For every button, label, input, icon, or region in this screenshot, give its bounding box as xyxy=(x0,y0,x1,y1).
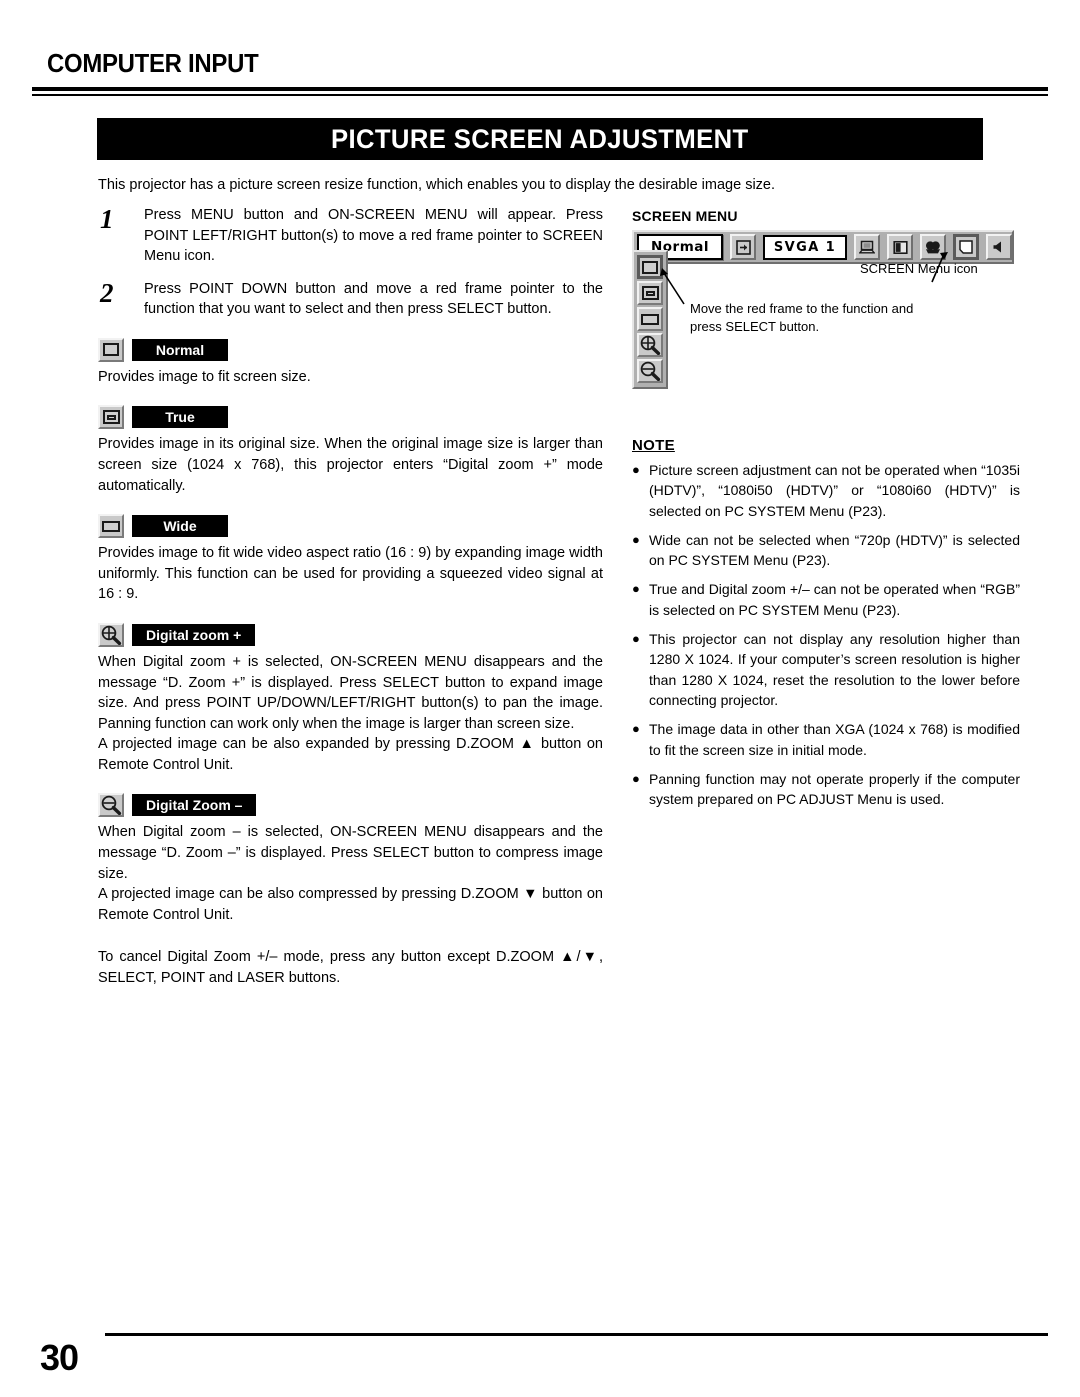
function-wide: Wide Provides image to fit wide video as… xyxy=(98,514,603,605)
function-label: Digital Zoom – xyxy=(132,794,257,817)
note-text: Panning function may not operate properl… xyxy=(649,770,1020,808)
function-label: Normal xyxy=(132,338,228,361)
image-adjust-icon[interactable] xyxy=(887,234,913,260)
step-number: 2 xyxy=(100,277,114,308)
note-item: ● Wide can not be selected when “720p (H… xyxy=(632,530,1020,571)
header-rule-thick xyxy=(32,87,1048,91)
function-body: When Digital zoom – is selected, ON-SCRE… xyxy=(98,822,603,925)
function-label: True xyxy=(132,406,228,429)
header-rule-thin xyxy=(32,94,1048,96)
step-1: 1 Press MENU button and ON-SCREEN MENU w… xyxy=(98,205,603,267)
step-number: 1 xyxy=(100,204,114,234)
note-item: ● The image data in other than XGA (1024… xyxy=(632,719,1020,760)
page-title: PICTURE SCREEN ADJUSTMENT xyxy=(331,123,749,154)
function-heading: Wide xyxy=(98,514,603,539)
bullet-icon: ● xyxy=(632,770,640,786)
screen-function-strip xyxy=(632,250,668,389)
note-item: ● Picture screen adjustment can not be o… xyxy=(632,460,1020,521)
left-column: 1 Press MENU button and ON-SCREEN MENU w… xyxy=(98,205,603,988)
osd-menu-bar: Normal SVGA 1 xyxy=(632,230,1014,264)
bullet-icon: ● xyxy=(632,462,640,477)
function-heading: Normal xyxy=(98,337,603,362)
function-paragraph: A projected image can be also compressed… xyxy=(98,886,603,923)
note-item: ● This projector can not display any res… xyxy=(632,629,1020,710)
screen-menu-title: SCREEN MENU xyxy=(632,208,738,224)
function-paragraph: When Digital zoom – is selected, ON-SCRE… xyxy=(98,824,603,882)
function-paragraph: A projected image can be also expanded b… xyxy=(98,736,603,773)
cancel-zoom-paragraph: To cancel Digital Zoom +/– mode, press a… xyxy=(98,949,603,986)
digital-zoom-minus-icon[interactable] xyxy=(637,359,663,383)
screen-menu-icon[interactable] xyxy=(953,234,979,260)
banner: PICTURE SCREEN ADJUSTMENT xyxy=(97,118,983,160)
function-paragraph: Provides image to fit screen size. xyxy=(98,368,311,385)
section-title: COMPUTER INPUT xyxy=(47,48,259,78)
note-text: The image data in other than XGA (1024 x… xyxy=(649,721,1020,758)
function-paragraph: When Digital zoom + is selected, ON-SCRE… xyxy=(98,653,603,732)
footer-rule xyxy=(105,1333,1048,1336)
note-text: True and Digital zoom +/– can not be ope… xyxy=(649,581,1020,618)
digital-zoom-minus-icon xyxy=(98,793,124,818)
callout-screen-menu-icon: SCREEN Menu icon xyxy=(860,261,978,276)
function-digital-zoom-plus: Digital zoom + When Digital zoom + is se… xyxy=(98,622,603,775)
function-body: Provides image in its original size. Whe… xyxy=(98,434,603,496)
function-digital-zoom-minus: Digital Zoom – When Digital zoom – is se… xyxy=(98,793,603,925)
sound-menu-icon[interactable] xyxy=(986,234,1012,260)
function-heading: True xyxy=(98,405,603,430)
color-adjust-icon[interactable] xyxy=(920,234,946,260)
callout-move-red-frame: Move the red frame to the function and p… xyxy=(690,301,914,334)
function-body: Provides image to fit screen size. xyxy=(98,367,603,388)
note-title: NOTE xyxy=(632,437,675,454)
function-label: Digital zoom + xyxy=(132,623,256,646)
screen-true-icon xyxy=(98,405,124,430)
function-heading: Digital zoom + xyxy=(98,622,603,647)
function-body: When Digital zoom + is selected, ON-SCRE… xyxy=(98,652,603,775)
input-source-icon[interactable] xyxy=(730,234,756,260)
function-label: Wide xyxy=(132,515,228,538)
osd-system-value: SVGA 1 xyxy=(763,234,847,260)
digital-zoom-plus-icon xyxy=(98,622,124,647)
function-body: Provides image to fit wide video aspect … xyxy=(98,543,603,605)
note-text: Picture screen adjustment can not be ope… xyxy=(649,462,1020,519)
computer-system-icon[interactable] xyxy=(854,234,880,260)
bullet-icon: ● xyxy=(632,531,640,547)
bullet-icon: ● xyxy=(632,721,640,737)
step-2: 2 Press POINT DOWN button and move a red… xyxy=(98,279,603,320)
page-number: 30 xyxy=(40,1337,79,1378)
bullet-icon: ● xyxy=(632,581,640,597)
function-normal: Normal Provides image to fit screen size… xyxy=(98,337,603,388)
note-item: ● True and Digital zoom +/– can not be o… xyxy=(632,579,1020,620)
note-text: This projector can not display any resol… xyxy=(649,631,1020,708)
step-text: Press MENU button and ON-SCREEN MENU wil… xyxy=(144,207,603,265)
function-heading: Digital Zoom – xyxy=(98,793,603,818)
screen-true-icon[interactable] xyxy=(637,281,663,305)
screen-normal-icon xyxy=(98,337,124,362)
intro-paragraph: This projector has a picture screen resi… xyxy=(98,177,776,193)
function-true: True Provides image in its original size… xyxy=(98,405,603,496)
step-text: Press POINT DOWN button and move a red f… xyxy=(144,280,603,318)
function-paragraph: Provides image in its original size. Whe… xyxy=(98,436,603,494)
screen-wide-icon[interactable] xyxy=(637,307,663,331)
screen-menu-figure: SCREEN MENU Normal SVGA 1 SCREEN Menu ic… xyxy=(632,208,1014,389)
function-paragraph: Provides image to fit wide video aspect … xyxy=(98,545,603,603)
bullet-icon: ● xyxy=(632,631,640,647)
note-block: NOTE ● Picture screen adjustment can not… xyxy=(632,437,1020,818)
note-text: Wide can not be selected when “720p (HDT… xyxy=(649,531,1020,569)
screen-normal-icon[interactable] xyxy=(637,255,663,279)
screen-wide-icon xyxy=(98,514,124,539)
digital-zoom-plus-icon[interactable] xyxy=(637,333,663,357)
note-item: ● Panning function may not operate prope… xyxy=(632,769,1020,810)
